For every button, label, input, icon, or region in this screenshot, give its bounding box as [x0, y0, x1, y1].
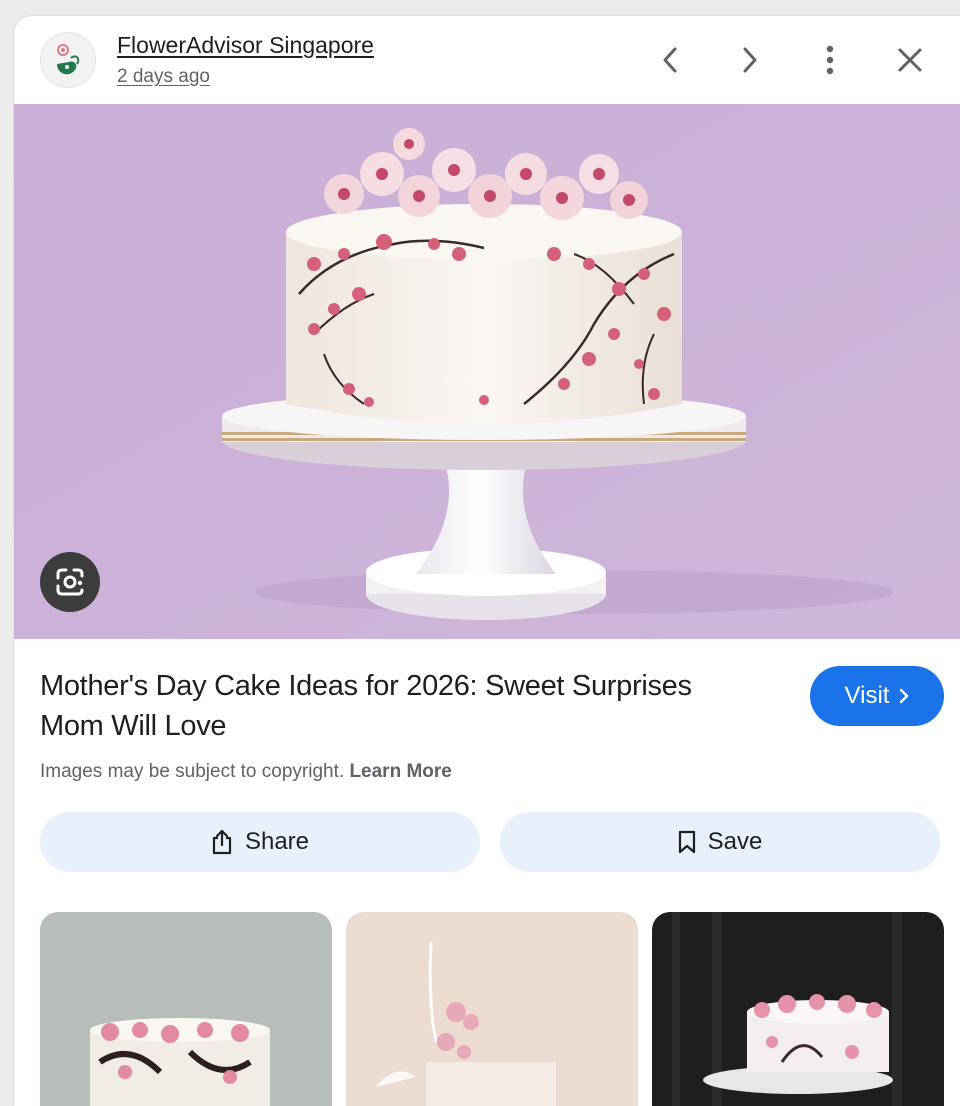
chevron-left-icon: [663, 47, 677, 73]
main-image[interactable]: [14, 104, 960, 639]
bookmark-icon: [678, 830, 695, 854]
cake-photo: [14, 104, 960, 639]
related-image-2[interactable]: [346, 912, 638, 1106]
visit-label: Visit: [844, 682, 890, 709]
lens-search-button[interactable]: [40, 552, 100, 612]
copyright-notice: Images may be subject to copyright. Lear…: [40, 761, 452, 783]
close-button[interactable]: [888, 38, 932, 82]
copyright-text: Images may be subject to copyright.: [40, 761, 345, 782]
floweradvisor-logo: [57, 44, 80, 75]
related-image-3[interactable]: [652, 912, 944, 1106]
posted-time-link[interactable]: 2 days ago: [117, 66, 210, 88]
previous-button[interactable]: [648, 38, 692, 82]
thumbnail-image: [346, 912, 638, 1106]
share-button[interactable]: Share: [40, 812, 480, 872]
next-button[interactable]: [728, 38, 772, 82]
thumbnail-image: [40, 912, 332, 1106]
preview-header: FlowerAdvisor Singapore 2 days ago: [14, 16, 960, 104]
chevron-right-icon: [743, 47, 757, 73]
result-title: Mother's Day Cake Ideas for 2026: Sweet …: [40, 670, 692, 742]
share-icon: [212, 829, 232, 855]
close-icon: [898, 48, 922, 72]
thumbnail-image: [652, 912, 944, 1106]
google-lens-icon: [56, 568, 84, 596]
chevron-right-icon: [900, 688, 909, 704]
visit-button[interactable]: Visit: [810, 666, 944, 726]
related-image-1[interactable]: [40, 912, 332, 1106]
save-label: Save: [707, 828, 763, 855]
share-label: Share: [244, 828, 310, 855]
source-name-link[interactable]: FlowerAdvisor Singapore: [117, 32, 374, 59]
learn-more-link[interactable]: Learn More: [349, 761, 451, 782]
more-options-button[interactable]: [808, 38, 852, 82]
more-vert-icon: [826, 45, 834, 75]
save-button[interactable]: Save: [500, 812, 940, 872]
image-preview-panel: FlowerAdvisor Singapore 2 days ago Mothe…: [14, 16, 960, 1106]
source-avatar[interactable]: [40, 32, 96, 88]
